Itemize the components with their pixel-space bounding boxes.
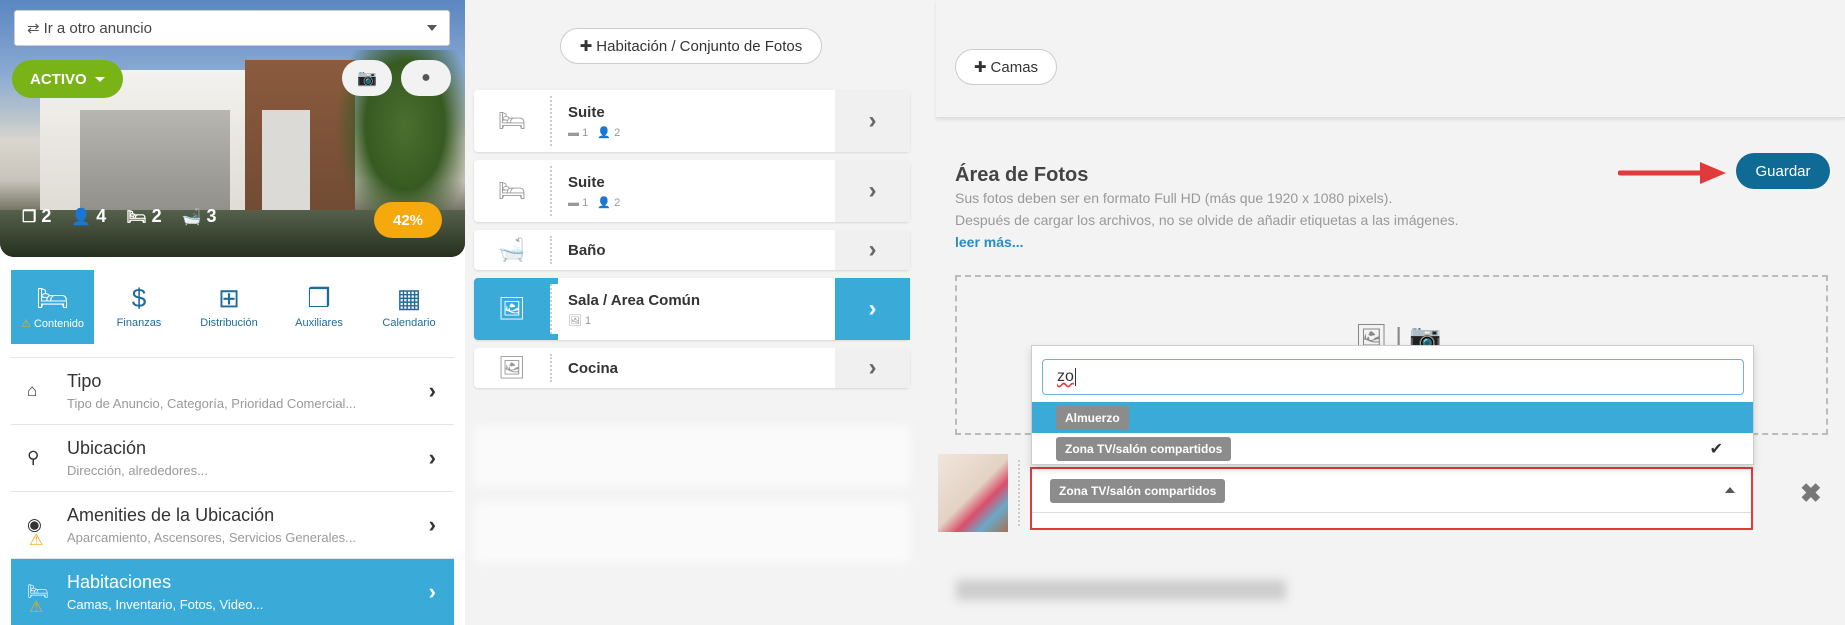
chevron-right-icon: › xyxy=(428,378,436,403)
chevron-right-icon[interactable]: › xyxy=(835,278,910,340)
photo-tag-select[interactable]: Zona TV/salón compartidos xyxy=(1030,467,1753,530)
room-item[interactable]: 🛁 Baño › xyxy=(474,230,910,270)
photo-thumbnail[interactable] xyxy=(938,454,1008,532)
user-icon: 👤 xyxy=(71,209,92,226)
read-more-link[interactable]: leer más... xyxy=(955,234,1024,250)
globe-icon: ● xyxy=(421,69,431,86)
warning-icon: ⚠ xyxy=(29,599,44,616)
add-room-button[interactable]: ✚ Habitación / Conjunto de Fotos xyxy=(560,28,822,64)
blurred-background xyxy=(474,425,910,625)
menu-item-habitaciones[interactable]: 🛏 ⚠ Habitaciones Camas, Inventario, Fotos… xyxy=(11,558,454,625)
bed-icon: 🛏 xyxy=(126,209,147,226)
rooms-stat: ❒ 2 xyxy=(22,206,52,226)
room-item[interactable]: 🖼 Cocina › xyxy=(474,348,910,388)
menu-item-ubicacion[interactable]: ⚲ Ubicación Dirección, alrededores... › xyxy=(11,424,454,491)
plus-icon: ✚ xyxy=(973,59,987,76)
image-icon: 🖼 xyxy=(498,355,526,380)
room-item[interactable]: 🛏 Suite ▬ 1 👤 2 › xyxy=(474,160,910,222)
tag-option[interactable]: Almuerzo xyxy=(1032,402,1753,433)
caret-up-icon xyxy=(1725,487,1735,493)
add-beds-button[interactable]: ✚ Camas xyxy=(955,49,1057,85)
bath-icon: 🛁 xyxy=(498,237,526,262)
guests-stat: 👤 4 xyxy=(71,206,107,226)
tag-search-input[interactable]: zo xyxy=(1042,359,1744,395)
left-panel: ⇄ Ir a otro anuncio ACTIVO 📷 ● ❒ 2 👤 4 🛏 2 … xyxy=(0,0,465,625)
drag-handle[interactable] xyxy=(550,354,558,382)
plus-icon: ✚ xyxy=(579,38,593,55)
chevron-right-icon: › xyxy=(428,579,436,604)
drag-handle[interactable] xyxy=(550,96,558,146)
photos-title: Área de Fotos xyxy=(955,164,1089,186)
bed-icon: 🛏 xyxy=(35,282,69,313)
warning-icon: ⚠ xyxy=(29,532,44,549)
tab-contenido[interactable]: 🛏 ⚠ Contenido xyxy=(11,270,94,344)
calendar-icon: ▦ xyxy=(396,283,422,313)
chevron-right-icon: › xyxy=(428,512,436,537)
tab-distribucion[interactable]: ⊞ Distribución xyxy=(184,270,274,344)
map-pin-icon: ⚲ xyxy=(27,448,40,467)
beds-stat: 🛏 2 xyxy=(126,206,162,226)
completion-badge: 42% xyxy=(374,202,442,238)
tag-option[interactable]: Zona TV/salón compartidos ✔ xyxy=(1032,433,1753,464)
bed-icon: 🛏 xyxy=(498,178,526,203)
globe-button[interactable]: ● xyxy=(401,60,451,96)
chevron-right-icon[interactable]: › xyxy=(835,230,910,270)
photos-info-line1: Sus fotos deben ser en formato Full HD (… xyxy=(955,190,1393,206)
arrow-annotation-icon xyxy=(1618,162,1726,184)
drag-handle[interactable] xyxy=(550,166,558,216)
listing-select[interactable]: ⇄ Ir a otro anuncio xyxy=(14,10,450,46)
chevron-right-icon: › xyxy=(428,445,436,470)
image-icon: 🖼 xyxy=(498,296,526,321)
blurred-section xyxy=(936,560,1845,625)
cubes-icon: ❒ xyxy=(307,283,331,313)
chevron-right-icon[interactable]: › xyxy=(835,348,910,388)
chevron-down-icon xyxy=(427,25,437,31)
room-list: 🛏 Suite ▬ 1 👤 2 › 🛏 Suite ▬ 1 👤 2 › 🛁 Baño… xyxy=(474,90,910,396)
menu-item-tipo[interactable]: ⌂ Tipo Tipo de Anuncio, Categoría, Priori… xyxy=(11,357,454,424)
camera-button[interactable]: 📷 xyxy=(342,60,392,96)
listing-stats: ❒ 2 👤 4 🛏 2 🛁 3 xyxy=(22,206,217,227)
home-icon: ⌂ xyxy=(27,381,38,400)
photos-info-line2: Después de cargar los archivos, no se ol… xyxy=(955,212,1459,228)
warning-icon: ⚠ xyxy=(20,317,31,330)
bed-icon: 🛏 xyxy=(498,108,526,133)
save-button[interactable]: Guardar xyxy=(1736,153,1830,189)
tab-finanzas[interactable]: $ Finanzas xyxy=(94,270,184,344)
content-menu: ⌂ Tipo Tipo de Anuncio, Categoría, Priori… xyxy=(11,357,454,625)
status-dropdown[interactable]: ACTIVO xyxy=(12,60,123,98)
check-icon: ✔ xyxy=(1709,440,1723,458)
drag-handle[interactable] xyxy=(550,284,558,334)
beds-card xyxy=(936,0,1845,118)
drag-handle[interactable] xyxy=(1018,460,1026,526)
swap-icon: ⇄ xyxy=(27,20,40,37)
selected-tag-chip[interactable]: Zona TV/salón compartidos xyxy=(1050,478,1226,503)
delete-photo-icon[interactable]: ✖ xyxy=(1800,478,1822,509)
tag-dropdown: zo Almuerzo Zona TV/salón compartidos ✔ xyxy=(1031,345,1754,465)
drag-handle[interactable] xyxy=(550,236,558,264)
bath-icon: 🛁 xyxy=(181,209,202,226)
dollar-icon: $ xyxy=(131,283,147,313)
caret-down-icon xyxy=(94,76,105,82)
room-item[interactable]: 🛏 Suite ▬ 1 👤 2 › xyxy=(474,90,910,152)
tab-calendario[interactable]: ▦ Calendario xyxy=(364,270,454,344)
sitemap-icon: ⊞ xyxy=(218,283,240,313)
cube-icon: ❒ xyxy=(22,209,37,226)
room-item-active[interactable]: 🖼 Sala / Area Común 🖼 1 › xyxy=(474,278,910,340)
tab-auxiliares[interactable]: ❒ Auxiliares xyxy=(274,270,364,344)
chevron-right-icon[interactable]: › xyxy=(835,90,910,152)
section-tabs: 🛏 ⚠ Contenido $ Finanzas ⊞ Distribución … xyxy=(11,270,454,344)
menu-item-amenities[interactable]: ◉ ⚠ Amenities de la Ubicación Aparcamient… xyxy=(11,491,454,558)
camera-icon: 📷 xyxy=(357,70,377,87)
chevron-right-icon[interactable]: › xyxy=(835,160,910,222)
baths-stat: 🛁 3 xyxy=(181,206,217,226)
